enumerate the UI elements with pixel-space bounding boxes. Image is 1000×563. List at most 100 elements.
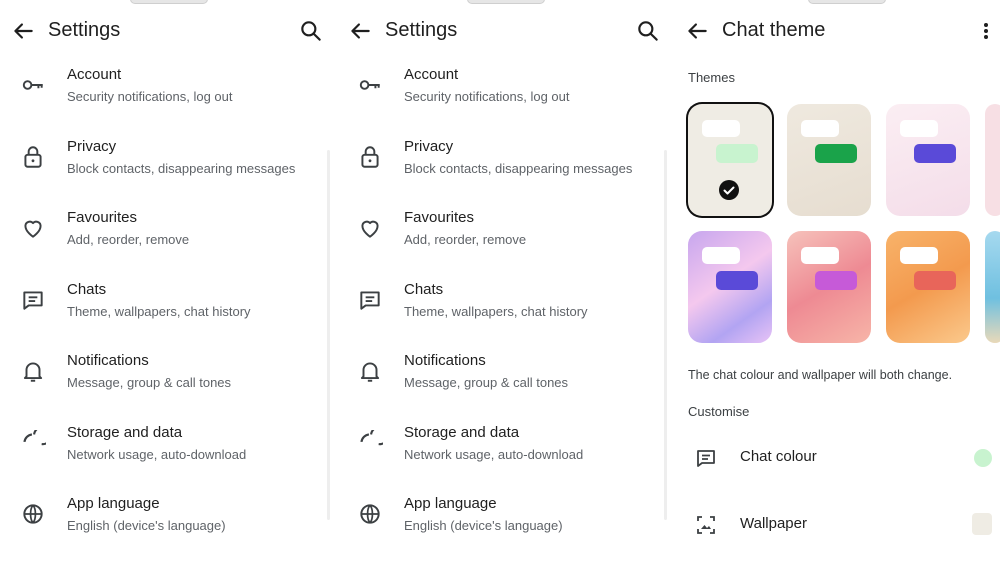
scrollbar[interactable] (664, 150, 667, 520)
chat-icon (357, 287, 383, 313)
outgoing-bubble (716, 144, 758, 163)
bell-icon (20, 358, 46, 384)
settings-item-favourites[interactable]: Favourites Add, reorder, remove (0, 205, 332, 265)
settings-item-label: Chats (404, 281, 444, 298)
settings-item-sub: Security notifications, log out (67, 89, 233, 104)
theme-tile-pink-purple[interactable] (886, 104, 970, 216)
more-options-icon[interactable] (976, 18, 996, 44)
wallpaper-row[interactable]: Wallpaper (674, 501, 1000, 549)
settings-item-label: Favourites (67, 209, 138, 226)
settings-item-notifications[interactable]: Notifications Message, group & call tone… (0, 348, 332, 408)
settings-item-label: App language (404, 495, 497, 512)
chat-icon (694, 446, 718, 470)
settings-item-label: Account (67, 66, 122, 83)
settings-item-sub: Add, reorder, remove (404, 232, 527, 247)
settings-item-label: App language (67, 495, 160, 512)
chat-colour-label: Chat colour (740, 448, 817, 465)
incoming-bubble (702, 247, 740, 264)
top-app-bar: Settings (0, 0, 332, 62)
back-arrow-icon[interactable] (10, 18, 36, 44)
lock-icon (20, 144, 46, 170)
theme-tile-partial[interactable] (985, 231, 1000, 343)
search-icon[interactable] (298, 18, 324, 44)
settings-item-sub: Block contacts, disappearing messages (404, 161, 633, 176)
settings-item-storage[interactable]: Storage and data Network usage, auto-dow… (337, 420, 669, 480)
settings-item-account[interactable]: Account Security notifications, log out (337, 62, 669, 122)
settings-item-favourites[interactable]: Favourites Add, reorder, remove (337, 205, 669, 265)
back-arrow-icon[interactable] (347, 18, 373, 44)
settings-item-label: Notifications (67, 352, 149, 369)
incoming-bubble (900, 120, 938, 137)
settings-item-app-language[interactable]: App language English (device's language) (0, 491, 332, 551)
settings-item-sub: Block contacts, disappearing messages (67, 161, 296, 176)
search-icon[interactable] (635, 18, 661, 44)
top-app-bar: Settings (337, 0, 669, 62)
settings-item-label: Privacy (404, 138, 454, 155)
settings-item-chats[interactable]: Chats Theme, wallpapers, chat history (0, 277, 332, 337)
settings-item-sub: English (device's language) (404, 518, 563, 533)
globe-icon (20, 501, 46, 527)
settings-item-label: Storage and data (404, 424, 520, 441)
chat-colour-swatch (974, 449, 992, 467)
settings-item-sub: Message, group & call tones (404, 375, 569, 390)
bell-icon (357, 358, 383, 384)
settings-item-sub: Message, group & call tones (67, 375, 232, 390)
storage-circle-icon (357, 430, 383, 456)
settings-item-storage[interactable]: Storage and data Network usage, auto-dow… (0, 420, 332, 480)
wallpaper-icon (694, 513, 718, 537)
settings-item-sub: Security notifications, log out (404, 89, 570, 104)
customise-heading: Customise (688, 404, 750, 419)
globe-icon (357, 501, 383, 527)
theme-note: The chat colour and wallpaper will both … (688, 368, 953, 382)
settings-item-sub: Theme, wallpapers, chat history (67, 304, 251, 319)
theme-tile-floral-pink[interactable] (787, 231, 871, 343)
chat-colour-row[interactable]: Chat colour (674, 434, 1000, 482)
storage-circle-icon (20, 430, 46, 456)
settings-item-privacy[interactable]: Privacy Block contacts, disappearing mes… (337, 134, 669, 194)
themes-heading: Themes (688, 70, 735, 85)
settings-item-account[interactable]: Account Security notifications, log out (0, 62, 332, 122)
heart-icon (357, 215, 383, 241)
settings-item-label: Chats (67, 281, 107, 298)
outgoing-bubble (815, 271, 857, 290)
key-icon (20, 72, 46, 98)
theme-tile-partial[interactable] (985, 104, 1000, 216)
page-title: Settings (385, 19, 458, 41)
wallpaper-label: Wallpaper (740, 515, 807, 532)
settings-item-privacy[interactable]: Privacy Block contacts, disappearing mes… (0, 134, 332, 194)
settings-item-label: Account (404, 66, 459, 83)
scrollbar[interactable] (327, 150, 330, 520)
top-app-bar: Chat theme (674, 0, 1000, 62)
theme-tile-light-plain[interactable] (688, 104, 772, 216)
chat-theme-panel: Chat theme Themes The chat colour and wa… (674, 0, 1000, 563)
settings-panel-2: Settings Account Security notifications,… (337, 0, 669, 563)
incoming-bubble (801, 247, 839, 264)
settings-item-label: Favourites (404, 209, 475, 226)
page-title: Chat theme (722, 19, 826, 41)
settings-item-sub: Theme, wallpapers, chat history (404, 304, 588, 319)
settings-item-sub: Add, reorder, remove (67, 232, 190, 247)
incoming-bubble (702, 120, 740, 137)
key-icon (357, 72, 383, 98)
wallpaper-swatch (972, 513, 992, 535)
settings-item-sub: Network usage, auto-download (67, 447, 247, 462)
incoming-bubble (900, 247, 938, 264)
outgoing-bubble (716, 271, 758, 290)
outgoing-bubble (815, 144, 857, 163)
settings-item-sub: English (device's language) (67, 518, 226, 533)
settings-item-label: Storage and data (67, 424, 183, 441)
settings-item-app-language[interactable]: App language English (device's language) (337, 491, 669, 551)
back-arrow-icon[interactable] (684, 18, 710, 44)
page-title: Settings (48, 19, 121, 41)
chat-icon (20, 287, 46, 313)
theme-tile-holo-purple[interactable] (688, 231, 772, 343)
outgoing-bubble (914, 271, 956, 290)
incoming-bubble (801, 120, 839, 137)
theme-tile-beige-green[interactable] (787, 104, 871, 216)
lock-icon (357, 144, 383, 170)
settings-item-label: Notifications (404, 352, 486, 369)
settings-item-chats[interactable]: Chats Theme, wallpapers, chat history (337, 277, 669, 337)
theme-tile-orange-swirl[interactable] (886, 231, 970, 343)
settings-panel-1: Settings Account Security notifications,… (0, 0, 332, 563)
settings-item-notifications[interactable]: Notifications Message, group & call tone… (337, 348, 669, 408)
